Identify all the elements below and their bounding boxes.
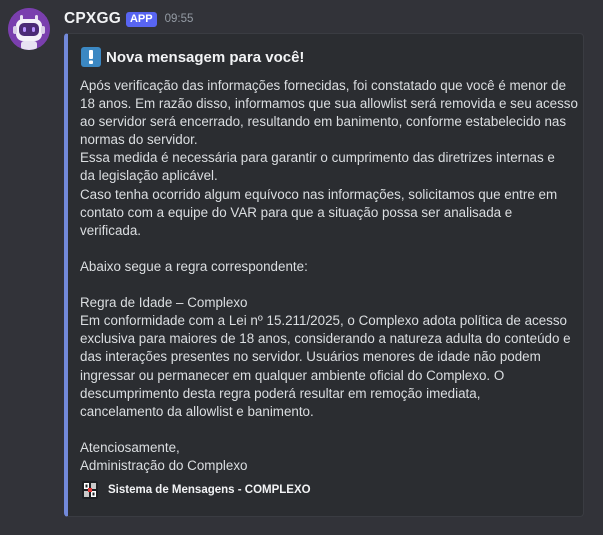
chat-message: CPXGG APP 09:55 Nova mensagem para você!… bbox=[0, 0, 603, 535]
description-line: exclusiva para maiores de 18 anos, consi… bbox=[80, 331, 571, 347]
embed-description: Após verificação das informações forneci… bbox=[80, 77, 578, 475]
app-badge: APP bbox=[125, 11, 157, 27]
description-line: das interações presentes no servidor. Us… bbox=[80, 349, 541, 365]
embed-footer-text: Sistema de Mensagens - COMPLEXO bbox=[108, 484, 311, 496]
description-line: Administração do Complexo bbox=[80, 457, 248, 473]
message-timestamp[interactable]: 09:55 bbox=[165, 13, 194, 25]
embed-title-text: Nova mensagem para você! bbox=[106, 48, 305, 66]
description-line: Atenciosamente, bbox=[80, 439, 180, 455]
description-line: contato com a equipe do VAR para que a s… bbox=[80, 204, 513, 220]
embed-title: Nova mensagem para você! bbox=[81, 47, 304, 67]
description-line: ingressar ou permanecer em qualquer ambi… bbox=[80, 367, 505, 383]
description-line: cancelamento da allowlist e banimento. bbox=[80, 403, 314, 419]
description-line: 18 anos. Em razão disso, informamos que … bbox=[80, 96, 578, 112]
description-line: da legislação aplicável. bbox=[80, 168, 218, 184]
description-line: Regra de Idade – Complexo bbox=[80, 295, 248, 311]
description-line: Após verificação das informações forneci… bbox=[80, 78, 567, 93]
embed-footer: Sistema de Mensagens - COMPLEXO bbox=[82, 481, 311, 499]
description-line: ao servidor será encerrado, resultando e… bbox=[80, 114, 567, 130]
description-line: Caso tenha ocorrido algum equívoco nas i… bbox=[80, 186, 558, 202]
description-line: verificada. bbox=[80, 222, 142, 238]
complexo-logo-icon bbox=[82, 481, 98, 499]
description-line: descumprimento desta regra poderá result… bbox=[80, 385, 481, 401]
description-line: Essa medida é necessária para garantir o… bbox=[80, 150, 555, 166]
message-header: CPXGG APP 09:55 bbox=[64, 8, 193, 30]
exclamation-icon bbox=[81, 47, 101, 67]
description-line: normas do servidor. bbox=[80, 132, 198, 148]
description-line: Em conformidade com a Lei nº 15.211/2025… bbox=[80, 313, 567, 329]
robot-avatar-icon[interactable] bbox=[8, 8, 50, 50]
author-username[interactable]: CPXGG bbox=[64, 10, 121, 28]
description-line: Abaixo segue a regra correspondente: bbox=[80, 258, 308, 274]
message-embed: Nova mensagem para você! Após verificaçã… bbox=[64, 33, 584, 517]
